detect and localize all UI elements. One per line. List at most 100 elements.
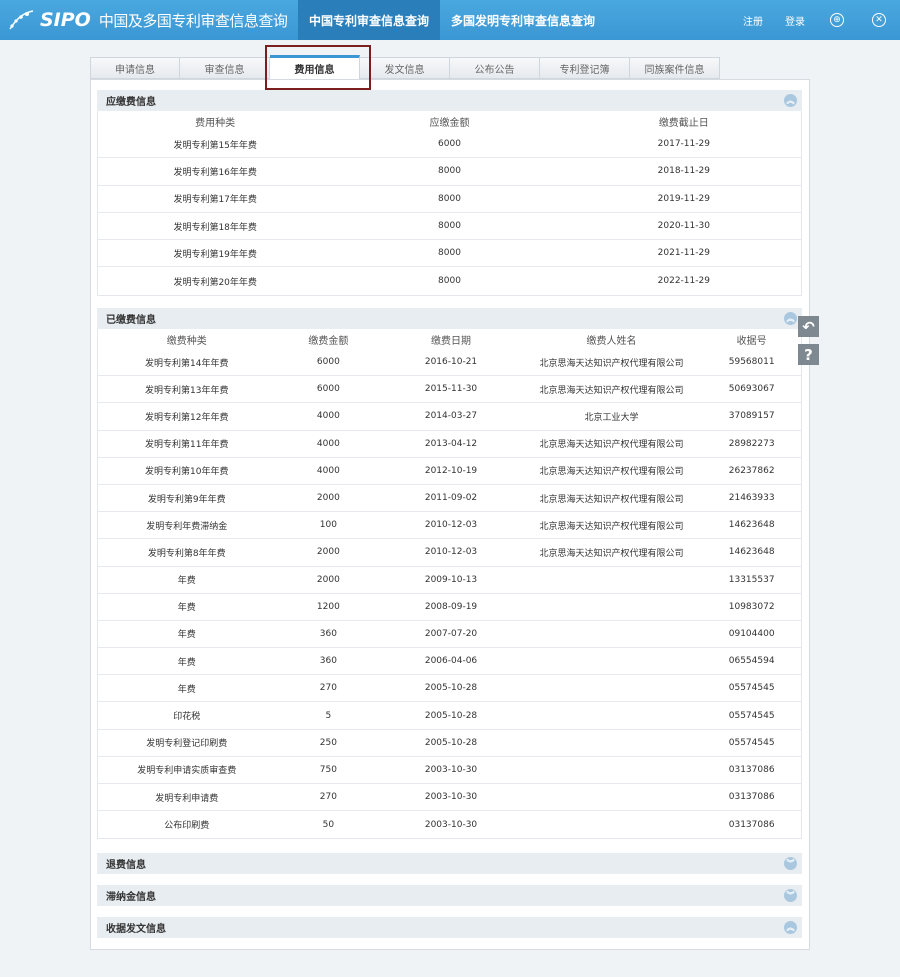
table-cell: 2003-10-30 [424, 819, 478, 830]
table-cell: 14623648 [728, 547, 775, 558]
chevron-down-icon[interactable]: ︾ [784, 889, 797, 902]
table-row: 发明专利第16年年费 8000 2018-11-29 [98, 158, 801, 186]
chevron-down-icon[interactable]: ︾ [784, 857, 797, 870]
table-cell: 发明专利第9年年费 [147, 494, 226, 505]
tab-patent-register[interactable]: 专利登记簿 [540, 57, 630, 79]
table-cell: 05574545 [728, 710, 775, 721]
table-cell: 2005-10-28 [424, 710, 478, 721]
table-row: 印花税 5 2005-10-28 05574545 [98, 702, 801, 730]
table-cell: 13315537 [728, 574, 775, 585]
table-row: 年费 360 2007-07-20 09104400 [98, 621, 801, 649]
table-cell: 750 [319, 764, 337, 775]
table-cell: 50 [322, 819, 335, 830]
table-cell: 05574545 [728, 737, 775, 748]
chevron-up-icon[interactable]: ︽ [784, 94, 797, 107]
table-cell: 2012-10-19 [424, 465, 478, 476]
table-cell: 2005-10-28 [424, 683, 478, 694]
brand[interactable]: SIPO 中国及多国专利审查信息查询 [0, 0, 298, 40]
table-cell: 360 [319, 628, 337, 639]
column-header: 缴费截止日 [658, 117, 709, 129]
table-cell: 2007-07-20 [424, 628, 478, 639]
table-header-row: 缴费种类 缴费金额 缴费日期 缴费人姓名 收据号 [98, 329, 801, 349]
table-cell: 2003-10-30 [424, 792, 478, 803]
chevron-up-icon[interactable]: ︽ [784, 921, 797, 934]
column-header: 应缴金额 [429, 117, 470, 129]
tab-family-cases[interactable]: 同族案件信息 [630, 57, 720, 79]
tab-application-info[interactable]: 申请信息 [90, 57, 180, 79]
nav-multi-country-patent[interactable]: 多国发明专利审查信息查询 [440, 0, 606, 40]
table-cell: 8000 [438, 166, 461, 177]
table-cell: 6000 [316, 357, 340, 368]
globe-icon[interactable]: ⊕ [830, 13, 844, 27]
section-title: 收据发文信息 [106, 924, 166, 935]
column-header: 缴费金额 [308, 335, 349, 347]
table-row: 发明专利第13年年费 6000 2015-11-30 北京思海天达知识产权代理有限公司… [98, 376, 801, 404]
table-cell: 2000 [316, 547, 340, 558]
table-cell: 05574545 [728, 683, 775, 694]
table-cell: 270 [319, 792, 337, 803]
table-row: 年费 360 2006-04-06 06554594 [98, 648, 801, 676]
login-link[interactable]: 登录 [785, 13, 805, 28]
top-nav: 中国专利审查信息查询 多国发明专利审查信息查询 [298, 0, 606, 40]
table-cell: 北京思海天达知识产权代理有限公司 [539, 521, 684, 532]
table-row: 发明专利年费滞纳金 100 2010-12-03 北京思海天达知识产权代理有限公司 14… [98, 512, 801, 540]
table-cell: 2015-11-30 [424, 384, 478, 395]
table-row: 发明专利第11年年费 4000 2013-04-12 北京思海天达知识产权代理有限公司… [98, 431, 801, 458]
table-cell: 发明专利第10年年费 [145, 467, 229, 478]
table-cell: 2005-10-28 [424, 737, 478, 748]
table-cell: 2018-11-29 [657, 166, 710, 177]
table-row: 发明专利登记印刷费 250 2005-10-28 05574545 [98, 730, 801, 757]
table-cell: 2008-09-19 [424, 601, 478, 612]
table-row: 年费 1200 2008-09-19 10983072 [98, 594, 801, 621]
receipt-notice-header[interactable]: 收据发文信息 ︽ [97, 917, 802, 938]
table-cell: 发明专利第16年年费 [173, 167, 257, 178]
table-row: 发明专利第19年年费 8000 2021-11-29 [98, 240, 801, 268]
table-cell: 270 [319, 683, 337, 694]
table-cell: 发明专利申请费 [155, 793, 219, 804]
section-title: 已缴费信息 [106, 315, 156, 326]
table-cell: 年费 [177, 576, 196, 587]
table-row: 公布印刷费 50 2003-10-30 03137086 [98, 811, 801, 838]
late-fee-header[interactable]: 滞纳金信息 ︾ [97, 885, 802, 906]
nav-china-patent[interactable]: 中国专利审查信息查询 [298, 0, 441, 40]
tab-examination-info[interactable]: 审查信息 [180, 57, 270, 79]
table-row: 年费 2000 2009-10-13 13315537 [98, 567, 801, 594]
back-arrow-icon[interactable]: ↶ [798, 316, 819, 337]
tab-publication[interactable]: 公布公告 [450, 57, 540, 79]
paid-fees-header[interactable]: 已缴费信息 ︽ [97, 308, 802, 329]
register-link[interactable]: 注册 [743, 13, 763, 28]
table-row: 发明专利第15年年费 6000 2017-11-29 [98, 131, 801, 159]
tab-notice-info[interactable]: 发文信息 [360, 57, 450, 79]
refund-header[interactable]: 退费信息 ︾ [97, 853, 802, 874]
section-title: 应缴费信息 [106, 97, 156, 108]
table-cell: 北京思海天达知识产权代理有限公司 [539, 358, 684, 369]
due-fees-table: 费用种类 应缴金额 缴费截止日 发明专利第15年年费 6000 2017-11-29… [97, 111, 802, 296]
table-cell: 发明专利登记印刷费 [146, 739, 228, 750]
table-cell: 2010-12-03 [424, 547, 478, 558]
table-cell: 4000 [316, 465, 340, 476]
table-cell: 4000 [316, 438, 340, 449]
table-cell: 2021-11-29 [657, 248, 710, 259]
table-row: 发明专利第12年年费 4000 2014-03-27 北京工业大学 37089157 [98, 403, 801, 431]
table-cell: 发明专利第17年年费 [173, 195, 257, 206]
table-cell: 北京思海天达知识产权代理有限公司 [539, 467, 684, 478]
help-icon[interactable]: ? [798, 344, 819, 365]
table-row: 发明专利申请费 270 2003-10-30 03137086 [98, 784, 801, 812]
table-cell: 8000 [438, 221, 461, 232]
table-cell: 2020-11-30 [657, 221, 710, 232]
table-cell: 37089157 [728, 411, 775, 422]
table-row: 发明专利第20年年费 8000 2022-11-29 [98, 267, 801, 294]
chevron-up-icon[interactable]: ︽ [784, 312, 797, 325]
tab-fee-info[interactable]: 费用信息 [270, 55, 360, 79]
column-header: 缴费日期 [431, 335, 471, 347]
table-cell: 发明专利第12年年费 [145, 412, 229, 423]
table-cell: 2011-09-02 [424, 493, 478, 504]
due-fees-header[interactable]: 应缴费信息 ︽ [97, 90, 802, 111]
table-cell: 发明专利第11年年费 [145, 440, 229, 451]
table-row: 发明专利第9年年费 2000 2011-09-02 北京思海天达知识产权代理有限公司 2… [98, 485, 801, 513]
table-cell: 2009-10-13 [424, 574, 478, 585]
paid-fees-body: 发明专利第14年年费 6000 2016-10-21 北京思海天达知识产权代理有限公司… [98, 349, 801, 838]
section-title: 滞纳金信息 [106, 892, 156, 903]
close-icon[interactable]: ✕ [872, 13, 886, 27]
paid-fees-table: 缴费种类 缴费金额 缴费日期 缴费人姓名 收据号 发明专利第14年年费 6000 2… [97, 329, 802, 840]
